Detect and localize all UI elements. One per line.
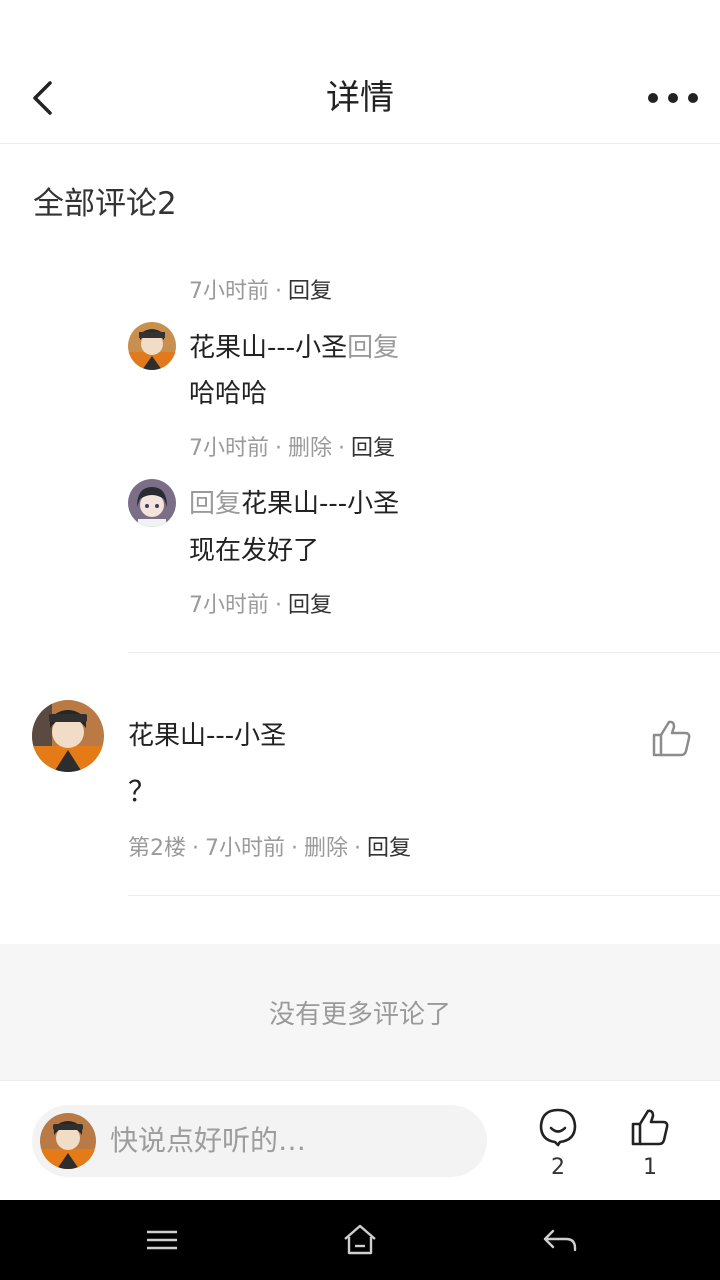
delete-link[interactable]: 删除 (304, 836, 348, 861)
all-comments-title: 全部评论2 (33, 186, 177, 222)
timestamp: 7小时前 (189, 436, 269, 461)
comments-button[interactable]: 2 (528, 1107, 588, 1193)
user-avatar-icon (32, 700, 104, 772)
avatar (40, 1113, 96, 1169)
avatar[interactable] (32, 700, 104, 772)
thumbs-up-icon (652, 720, 691, 757)
reply-link[interactable]: 回复 (351, 436, 395, 461)
status-bar (0, 0, 720, 52)
timestamp: 7小时前 (189, 279, 269, 304)
reply-meta: 7小时前 · 回复 (189, 593, 333, 618)
more-dot (688, 93, 698, 103)
home-icon (344, 1224, 376, 1255)
like-post-button[interactable]: 1 (620, 1107, 680, 1193)
comment-input[interactable]: 快说点好听的… (32, 1105, 487, 1177)
divider (128, 652, 720, 653)
divider (128, 895, 720, 896)
floor-label: 第2楼 (128, 836, 186, 861)
like-button[interactable] (650, 716, 694, 760)
thread-meta-1: 7小时前 · 回复 (189, 279, 333, 304)
bottom-action-bar: 快说点好听的… 2 1 (0, 1080, 720, 1200)
delete-link[interactable]: 删除 (288, 436, 332, 461)
comment-bubble-icon (539, 1108, 577, 1147)
avatar[interactable] (128, 479, 176, 527)
reply-word: 回复 (347, 333, 400, 363)
reply-target[interactable]: 花果山---小圣 (241, 489, 399, 519)
more-options-button[interactable] (648, 78, 698, 118)
avatar[interactable] (128, 322, 176, 370)
reply-link[interactable]: 回复 (367, 836, 411, 861)
reply-link[interactable]: 回复 (288, 593, 332, 618)
comment-meta: 第2楼 · 7小时前 · 删除 · 回复 (128, 836, 412, 861)
reply-meta: 7小时前 · 删除 · 回复 (189, 436, 396, 461)
comment-text: ？ (128, 775, 157, 808)
back-arrow-icon (543, 1229, 577, 1252)
home-button[interactable] (340, 1220, 380, 1260)
timestamp: 7小时前 (205, 836, 285, 861)
page-title: 详情 (326, 78, 394, 118)
timestamp: 7小时前 (189, 593, 269, 618)
reply-author-line: 回复花果山---小圣 (189, 484, 399, 524)
more-dots-icon (648, 93, 658, 103)
top-nav-bar: 详情 (0, 52, 720, 144)
system-back-button[interactable] (540, 1220, 580, 1260)
reply-author[interactable]: 花果山---小圣 (189, 333, 347, 363)
like-count: 1 (643, 1155, 657, 1180)
reply-text: 哈哈哈 (189, 379, 268, 409)
user-avatar-icon (128, 479, 176, 527)
reply-text: 现在发好了 (189, 536, 320, 566)
user-avatar-icon (128, 322, 176, 370)
comment-count: 2 (551, 1155, 565, 1180)
reply-word: 回复 (189, 489, 242, 519)
no-more-comments: 没有更多评论了 (0, 944, 720, 1080)
menu-button[interactable] (142, 1220, 182, 1260)
no-more-label: 没有更多评论了 (268, 999, 451, 1030)
more-dot (668, 93, 678, 103)
reply-author-line: 花果山---小圣回复 (189, 328, 399, 368)
menu-icon (147, 1230, 177, 1250)
comment-input-placeholder: 快说点好听的… (110, 1124, 307, 1157)
system-nav-bar (0, 1200, 720, 1280)
thumbs-up-icon (631, 1109, 669, 1146)
reply-link[interactable]: 回复 (288, 279, 332, 304)
comment-author[interactable]: 花果山---小圣 (128, 716, 286, 756)
user-avatar-icon (40, 1113, 96, 1169)
